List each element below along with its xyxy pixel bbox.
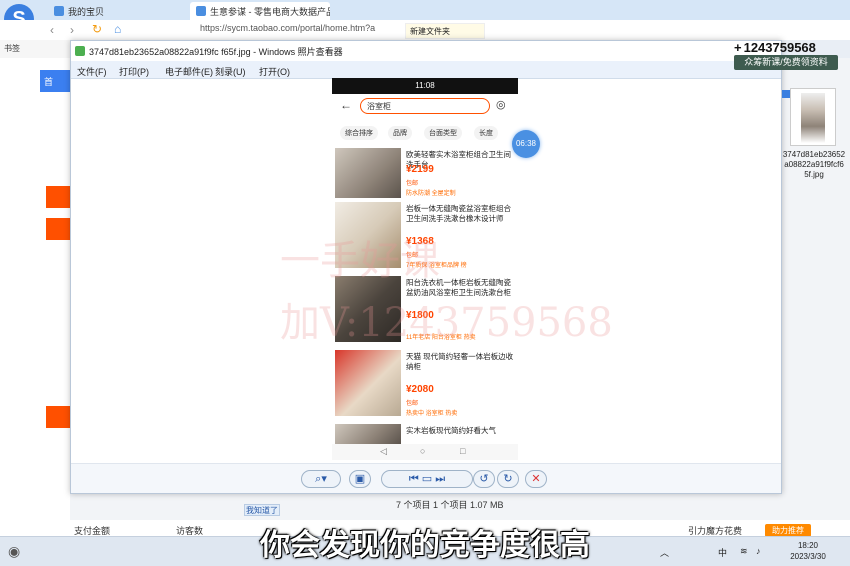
product-tag: 包邮 — [406, 401, 419, 407]
watermark: 加V:1243759568 — [280, 300, 613, 346]
explorer-status: 7 个项目 1 个项目 1.07 MB — [396, 500, 504, 510]
rotate-right-icon[interactable]: ↻ — [497, 470, 519, 488]
viewer-title: 3747d81eb23652a08822a91f9fc f65f.jpg - W… — [89, 47, 343, 57]
left-nav-red-block — [46, 186, 70, 208]
nav-back-icon[interactable]: ◁ — [380, 446, 387, 457]
phone-search-input[interactable]: 浴室柜 — [360, 98, 490, 114]
left-nav-red-block — [46, 218, 70, 240]
product-price: ¥2080 — [406, 384, 434, 395]
slideshow-controls[interactable]: ⏮ ▭ ⏭ — [381, 470, 473, 488]
promo-badge: 众筹新课/免费领资料 — [734, 55, 838, 70]
favorites-label[interactable]: 书签 — [0, 40, 70, 58]
filter-chip[interactable]: 品牌 — [388, 126, 412, 140]
menu-burn[interactable]: 刻录(U) — [215, 65, 246, 78]
phone-filter-row: 综合排序 品牌 台面类型 长度 — [332, 126, 518, 144]
menu-file[interactable]: 文件(F) — [77, 65, 107, 78]
nav-home-icon[interactable]: ○ — [420, 446, 425, 456]
video-subtitle: 你会发现你的竞争度很高 — [260, 529, 590, 562]
product-note: 热卖中 浴室柜 热卖 — [406, 411, 458, 417]
file-thumbnail[interactable] — [790, 88, 836, 146]
tab-icon — [196, 6, 206, 16]
product-note: 防水防潮 全屋定制 — [406, 191, 456, 197]
product-card[interactable]: 天猫 现代简约轻奢一体岩板边收纳柜 ¥2080 包邮 热卖中 浴室柜 热卖 — [332, 350, 518, 420]
got-it-button[interactable]: 我知道了 — [244, 504, 280, 516]
product-image — [335, 148, 401, 198]
tab-sycm[interactable]: 生意参谋 - 零售电商大数据产品 — [190, 2, 330, 20]
left-nav-red-block — [46, 406, 70, 428]
selected-checkbox[interactable] — [782, 90, 790, 98]
forward-icon[interactable]: › — [70, 23, 74, 37]
nav-recent-icon[interactable]: □ — [460, 446, 465, 456]
left-nav-home[interactable]: 首 — [40, 70, 70, 92]
photo-icon — [75, 46, 85, 56]
menu-email[interactable]: 电子邮件(E) — [165, 65, 213, 78]
contact-number: +1243759568 — [734, 40, 850, 56]
viewer-title-bar: 3747d81eb23652a08822a91f9fc f65f.jpg - W… — [71, 41, 781, 61]
filter-chip[interactable]: 长度 — [474, 126, 498, 140]
viewer-menu-bar: 文件(F) 打印(P) 电子邮件(E) 刻录(U) 打开(O) — [71, 61, 781, 79]
filter-chip[interactable]: 台面类型 — [424, 126, 462, 140]
back-arrow-icon[interactable]: ← — [340, 98, 352, 112]
phone-nav-bar: ◁ ○ □ — [332, 444, 518, 460]
timer-badge: 06:38 — [512, 130, 540, 158]
watermark: 一手好课 — [280, 238, 440, 284]
tab-icon — [54, 6, 64, 16]
plus-icon: + — [734, 40, 742, 55]
thumbnail-image — [801, 93, 825, 143]
camera-icon[interactable]: ◎ — [496, 98, 506, 111]
left-nav — [0, 58, 70, 536]
back-icon[interactable]: ‹ — [50, 23, 54, 37]
actual-size-icon[interactable]: ▣ — [349, 470, 371, 488]
product-image — [335, 424, 401, 444]
product-card[interactable]: 实木岩板现代简约好看大气 — [332, 424, 518, 444]
product-title: 岩板一体无缝陶瓷盆浴室柜组合卫生间洗手洗漱台橡木设计师 — [406, 204, 511, 223]
viewer-toolbar: ⌕▾ ▣ ⏮ ▭ ⏭ ↺ ↻ ✕ — [71, 463, 781, 493]
browser-tab-bar: 我的宝贝 生意参谋 - 零售电商大数据产品 — [0, 0, 850, 20]
product-tag: 包邮 — [406, 181, 419, 187]
delete-icon[interactable]: ✕ — [525, 470, 547, 488]
new-folder-tab[interactable]: 新建文件夹 — [405, 23, 485, 39]
product-image — [335, 350, 401, 416]
address-bar[interactable]: https://sycm.taobao.com/portal/home.htm?… — [200, 23, 390, 37]
refresh-icon[interactable]: ↻ — [92, 22, 102, 36]
phone-status-bar: 11:08 — [332, 78, 518, 94]
menu-print[interactable]: 打印(P) — [119, 65, 149, 78]
file-name-label: 3747d81eb23652a08822a91f9fcf65f.jpg — [782, 150, 846, 179]
home-icon[interactable]: ⌂ — [114, 22, 121, 36]
rotate-left-icon[interactable]: ↺ — [473, 470, 495, 488]
filter-chip[interactable]: 综合排序 — [340, 126, 378, 140]
product-title: 实木岩板现代简约好看大气 — [406, 426, 496, 435]
zoom-icon[interactable]: ⌕▾ — [301, 470, 341, 488]
tab-my-items[interactable]: 我的宝贝 — [48, 2, 178, 20]
tab-label: 生意参谋 - 零售电商大数据产品 — [210, 7, 330, 17]
contact-number-text: 1243759568 — [743, 40, 816, 55]
tab-label: 我的宝贝 — [68, 7, 105, 17]
menu-open[interactable]: 打开(O) — [259, 65, 290, 78]
product-title: 天猫 现代简约轻奢一体岩板边收纳柜 — [406, 352, 514, 371]
product-price: ¥2199 — [406, 164, 434, 175]
phone-search-bar: ← 浴室柜 ◎ — [332, 94, 518, 118]
